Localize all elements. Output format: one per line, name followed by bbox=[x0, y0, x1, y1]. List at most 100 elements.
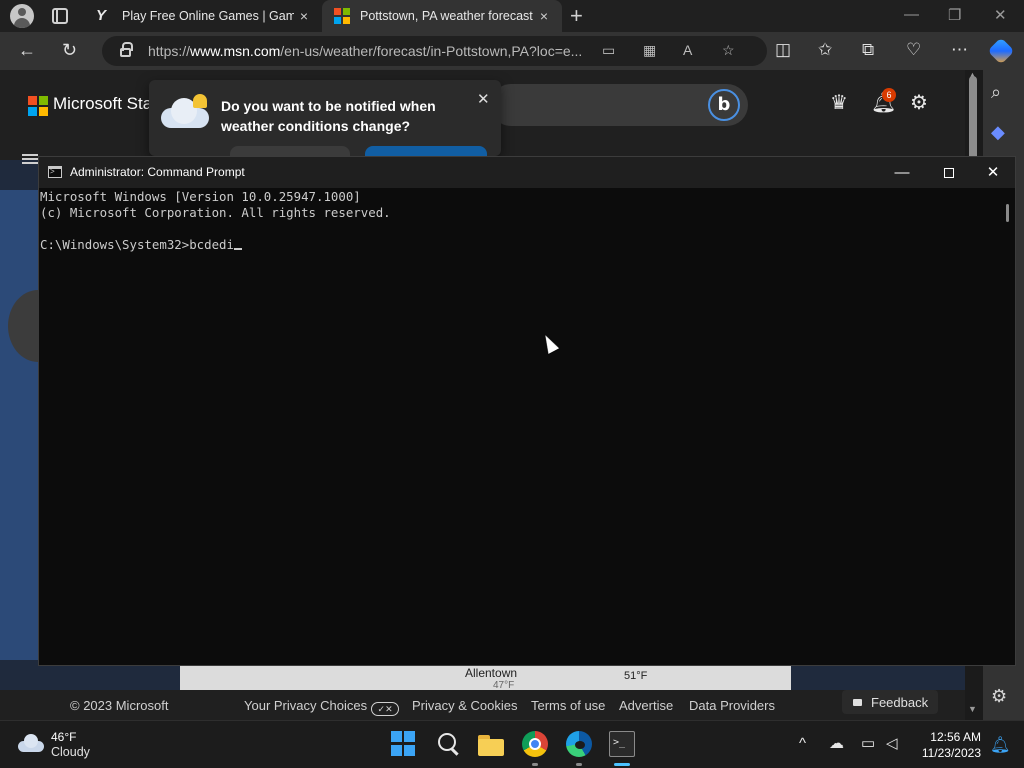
map-temp-label: 47°F bbox=[493, 680, 515, 690]
console-line: (c) Microsoft Corporation. All rights re… bbox=[40, 205, 391, 220]
rewards-trophy-icon[interactable]: ♛ bbox=[830, 92, 848, 114]
command-prompt-taskbar-icon[interactable] bbox=[609, 731, 635, 757]
cmd-title-bar[interactable]: Administrator: Command Prompt — ✕ bbox=[39, 157, 1015, 188]
text-cursor bbox=[233, 248, 242, 250]
url-text[interactable]: https://www.msn.com/en-us/weather/foreca… bbox=[148, 43, 582, 59]
app-available-icon[interactable]: ▦ bbox=[643, 42, 656, 59]
clock-date[interactable]: 11/23/2023 bbox=[915, 746, 981, 760]
footer-data-providers-link[interactable]: Data Providers bbox=[689, 698, 775, 713]
tab-title: Play Free Online Games | Games bbox=[122, 9, 294, 23]
tab-pottstown-weather[interactable]: Pottstown, PA weather forecast | × bbox=[322, 0, 562, 32]
profile-avatar-icon[interactable] bbox=[10, 4, 34, 28]
chrome-icon[interactable] bbox=[522, 731, 548, 757]
volume-icon[interactable]: ◁ bbox=[886, 735, 898, 753]
browser-essentials-icon[interactable]: ♡ bbox=[906, 41, 921, 59]
tray-overflow-chevron-icon[interactable]: ^ bbox=[799, 735, 806, 753]
settings-gear-icon[interactable]: ⚙ bbox=[910, 92, 928, 114]
cmd-title: Administrator: Command Prompt bbox=[70, 165, 245, 179]
tab-title: Pottstown, PA weather forecast | bbox=[360, 9, 534, 23]
cmd-close-button[interactable]: ✕ bbox=[970, 162, 1016, 184]
brand-name[interactable]: Microsoft Sta bbox=[53, 94, 152, 114]
footer-copyright: © 2023 Microsoft bbox=[70, 698, 169, 713]
footer-terms-link[interactable]: Terms of use bbox=[531, 698, 605, 713]
window-restore-button[interactable]: ❐ bbox=[948, 6, 961, 24]
footer-privacy-cookies-link[interactable]: Privacy & Cookies bbox=[412, 698, 517, 713]
lock-icon[interactable] bbox=[120, 42, 133, 57]
console-prompt-text: C:\Windows\System32>bcdedi bbox=[40, 237, 234, 252]
cast-icon[interactable]: ▭ bbox=[602, 42, 615, 59]
url-domain: www.msn.com bbox=[190, 43, 281, 59]
console-line: Microsoft Windows [Version 10.0.25947.10… bbox=[40, 189, 361, 204]
refresh-button[interactable]: ↻ bbox=[62, 40, 77, 60]
tab-actions-icon[interactable] bbox=[52, 8, 68, 24]
new-tab-button[interactable]: + bbox=[570, 5, 583, 27]
map-temp-label: 51°F bbox=[624, 670, 648, 682]
hamburger-menu-icon[interactable] bbox=[22, 154, 38, 164]
microsoft-logo-icon[interactable] bbox=[28, 96, 48, 116]
address-bar[interactable]: https://www.msn.com/en-us/weather/foreca… bbox=[102, 36, 767, 66]
url-scheme: https:// bbox=[148, 43, 191, 59]
sidebar-settings-icon[interactable]: ⚙ bbox=[991, 686, 1007, 707]
footer-privacy-choices-link[interactable]: Your Privacy Choices ✓✕ bbox=[244, 698, 400, 716]
footer-privacy-choices-text: Your Privacy Choices bbox=[244, 698, 368, 713]
taskbar-search-icon[interactable] bbox=[436, 731, 462, 757]
weather-cloud-icon[interactable] bbox=[18, 734, 44, 752]
more-options-icon[interactable]: ⋯ bbox=[951, 41, 968, 59]
weather-description[interactable]: Cloudy bbox=[51, 745, 90, 759]
popup-close-icon[interactable]: ✕ bbox=[477, 90, 490, 108]
cmd-scrollbar[interactable] bbox=[1001, 188, 1015, 665]
screen: Y Play Free Online Games | Games × Potts… bbox=[0, 0, 1024, 768]
cmd-app-icon bbox=[48, 166, 62, 178]
windows-start-icon[interactable] bbox=[391, 731, 417, 757]
onedrive-icon[interactable]: ☁ bbox=[829, 735, 844, 753]
clock-time[interactable]: 12:56 AM bbox=[930, 730, 981, 744]
sidebar-search-icon[interactable]: ⌕ bbox=[991, 82, 1001, 103]
window-close-button[interactable]: ✕ bbox=[994, 6, 1007, 24]
weather-map[interactable]: Allentown 47°F 51°F bbox=[180, 666, 791, 690]
bing-icon[interactable]: b bbox=[708, 89, 740, 121]
copilot-icon[interactable] bbox=[987, 37, 1015, 65]
tab-play-free-games[interactable]: Y Play Free Online Games | Games × bbox=[84, 0, 322, 32]
tab-close-icon[interactable]: × bbox=[294, 8, 314, 24]
maximize-icon bbox=[944, 168, 954, 178]
file-explorer-icon[interactable] bbox=[478, 731, 504, 757]
footer-advertise-link[interactable]: Advertise bbox=[619, 698, 673, 713]
command-prompt-window[interactable]: Administrator: Command Prompt — ✕ Micros… bbox=[38, 156, 1016, 666]
msn-footer: © 2023 Microsoft Your Privacy Choices ✓✕ … bbox=[0, 690, 965, 720]
cmd-maximize-button[interactable] bbox=[925, 162, 971, 184]
popup-message: Do you want to be notified when weather … bbox=[221, 98, 436, 134]
url-path: /en-us/weather/forecast/in-Pottstown,PA?… bbox=[280, 43, 583, 59]
read-aloud-icon[interactable]: A bbox=[683, 42, 692, 58]
window-minimize-button[interactable]: — bbox=[904, 6, 919, 23]
sidebar-copilot-icon[interactable]: ◆ bbox=[991, 122, 1005, 143]
privacy-toggle-icon: ✓✕ bbox=[371, 702, 400, 716]
notification-center-icon[interactable]: 🔔︎ bbox=[990, 735, 1010, 755]
msn-search-box[interactable]: b bbox=[490, 84, 748, 126]
browser-toolbar: ← ↻ https://www.msn.com/en-us/weather/fo… bbox=[0, 32, 1024, 70]
browser-tab-strip: Y Play Free Online Games | Games × Potts… bbox=[0, 0, 1024, 32]
notifications-badge: 6 bbox=[882, 88, 896, 102]
favorite-star-icon[interactable]: ☆ bbox=[722, 42, 735, 59]
edge-icon[interactable] bbox=[566, 731, 592, 757]
feedback-button[interactable]: Feedback bbox=[842, 690, 938, 714]
weather-notification-popup: Do you want to be notified when weather … bbox=[149, 80, 501, 156]
network-icon[interactable]: ▭ bbox=[861, 735, 875, 753]
console-input-line[interactable]: C:\Windows\System32>bcdedi bbox=[40, 237, 1001, 253]
tab-close-icon[interactable]: × bbox=[534, 8, 554, 24]
weather-alert-cloud-icon bbox=[161, 94, 211, 130]
gl-logo-icon: Y bbox=[96, 7, 107, 24]
back-button[interactable]: ← bbox=[18, 40, 36, 60]
scroll-thumb[interactable] bbox=[969, 76, 977, 166]
favorites-icon[interactable]: ✩ bbox=[818, 41, 832, 59]
split-screen-icon[interactable]: ◫ bbox=[775, 41, 791, 59]
scroll-down-icon[interactable]: ▼ bbox=[968, 704, 977, 714]
cmd-console-output[interactable]: Microsoft Windows [Version 10.0.25947.10… bbox=[39, 188, 1001, 665]
cmd-scroll-thumb[interactable] bbox=[1006, 204, 1009, 222]
cmd-minimize-button[interactable]: — bbox=[879, 162, 925, 184]
weather-temperature[interactable]: 46°F bbox=[51, 730, 76, 744]
weather-panel bbox=[0, 190, 68, 660]
map-city-label: Allentown bbox=[465, 666, 518, 680]
collections-icon[interactable]: ⧉ bbox=[862, 41, 874, 59]
msn-logo-icon bbox=[334, 8, 350, 24]
